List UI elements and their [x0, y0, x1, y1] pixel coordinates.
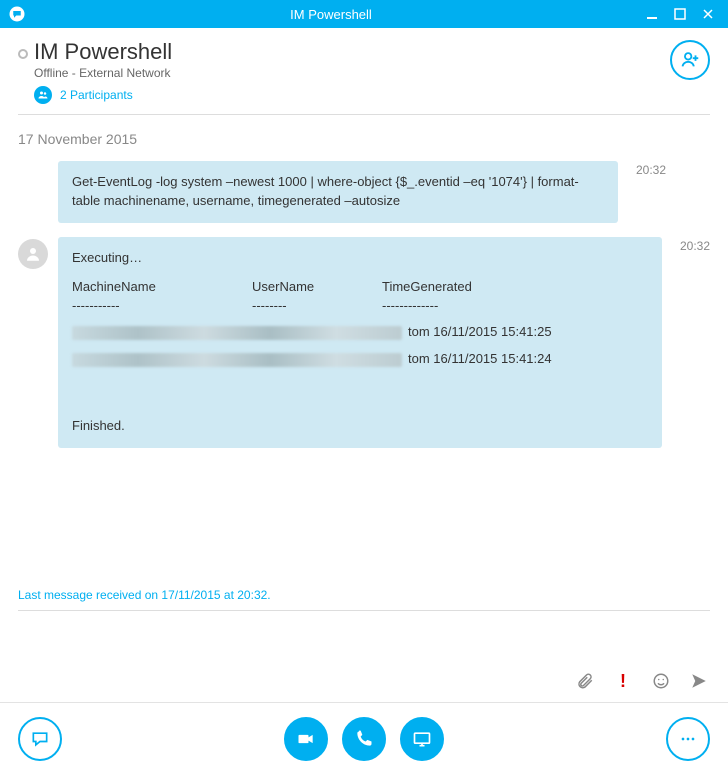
- participants-link[interactable]: 2 Participants: [60, 88, 133, 102]
- message-time: 20:32: [662, 237, 710, 253]
- header-divider: [18, 114, 710, 115]
- high-importance-button[interactable]: !: [612, 670, 634, 692]
- app-logo-icon: [8, 5, 26, 23]
- table-header-row: MachineName UserName TimeGenerated: [72, 278, 648, 297]
- message-row: Get-EventLog -log system –newest 1000 | …: [18, 161, 710, 223]
- participants-icon: [34, 86, 52, 104]
- close-button[interactable]: [696, 2, 720, 26]
- window-titlebar: IM Powershell: [0, 0, 728, 28]
- table-header-divider: ----------- -------- -------------: [72, 297, 648, 316]
- message-input[interactable]: [18, 610, 710, 664]
- row-tail: tom 16/11/2015 15:41:25: [408, 323, 552, 342]
- add-participant-button[interactable]: [670, 40, 710, 80]
- conversation-header: IM Powershell Offline - External Network…: [0, 28, 728, 114]
- message-bubble: Get-EventLog -log system –newest 1000 | …: [58, 161, 618, 223]
- date-separator: 17 November 2015: [0, 125, 728, 161]
- send-button[interactable]: [688, 670, 710, 692]
- message-row: Executing… MachineName UserName TimeGene…: [18, 237, 710, 448]
- table-row: tom 16/11/2015 15:41:25: [72, 323, 648, 342]
- row-tail: tom 16/11/2015 15:41:24: [408, 350, 552, 369]
- conversation-subtitle: Offline - External Network: [34, 66, 172, 80]
- window-title: IM Powershell: [26, 7, 636, 22]
- last-message-label: Last message received on 17/11/2015 at 2…: [0, 582, 728, 610]
- redacted-content: [72, 326, 402, 340]
- message-bubble: Executing… MachineName UserName TimeGene…: [58, 237, 662, 448]
- attach-button[interactable]: [574, 670, 596, 692]
- presence-offline-icon: [18, 49, 28, 59]
- more-actions-button[interactable]: [666, 717, 710, 761]
- emoji-button[interactable]: [650, 670, 672, 692]
- col-username: UserName: [252, 278, 342, 297]
- call-action-bar: [0, 702, 728, 774]
- table-row: tom 16/11/2015 15:41:24: [72, 350, 648, 369]
- redacted-content: [72, 353, 402, 367]
- compose-toolbar: !: [0, 664, 728, 702]
- chat-area: Get-EventLog -log system –newest 1000 | …: [0, 161, 728, 448]
- maximize-button[interactable]: [668, 2, 692, 26]
- minimize-button[interactable]: [640, 2, 664, 26]
- executing-label: Executing…: [72, 249, 648, 268]
- finished-label: Finished.: [72, 417, 648, 436]
- video-call-button[interactable]: [284, 717, 328, 761]
- im-button[interactable]: [18, 717, 62, 761]
- present-button[interactable]: [400, 717, 444, 761]
- audio-call-button[interactable]: [342, 717, 386, 761]
- avatar-icon: [18, 239, 48, 269]
- col-machinename: MachineName: [72, 278, 212, 297]
- message-time: 20:32: [618, 161, 666, 177]
- conversation-title: IM Powershell: [34, 40, 172, 64]
- col-timegenerated: TimeGenerated: [382, 278, 512, 297]
